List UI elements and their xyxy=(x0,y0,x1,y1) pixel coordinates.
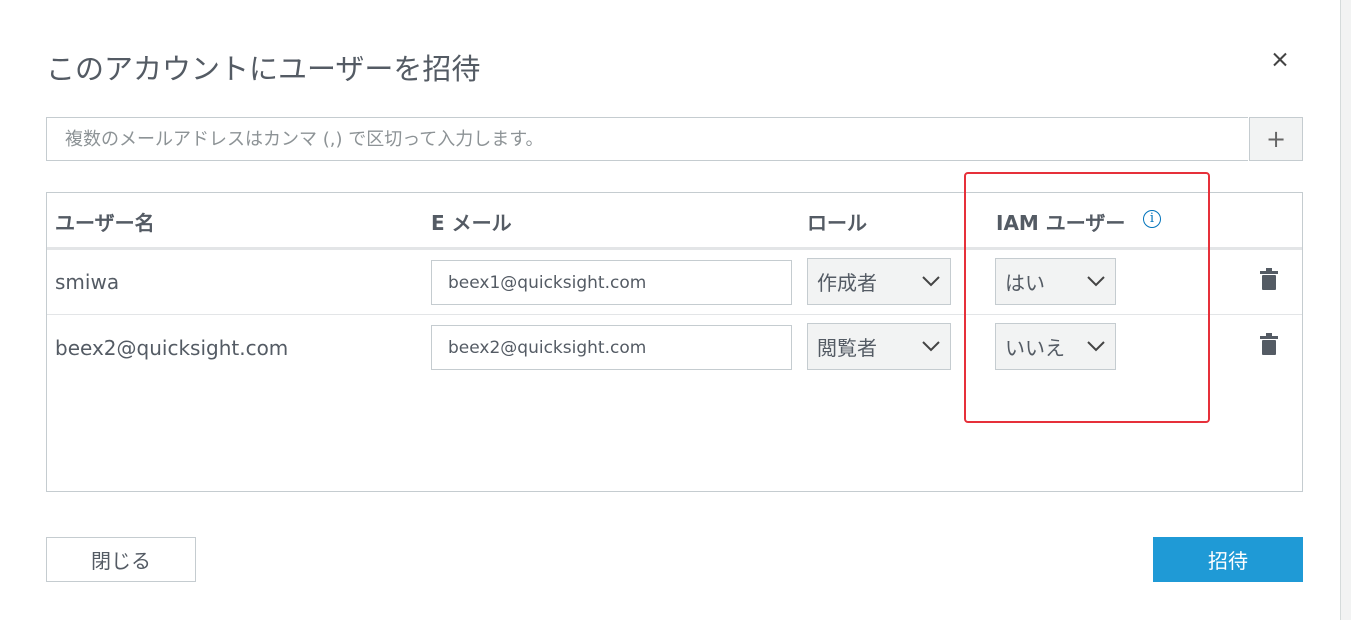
row-2-role-value: 閲覧者 xyxy=(817,336,877,360)
chevron-down-icon xyxy=(922,276,940,287)
info-icon[interactable]: i xyxy=(1143,210,1161,228)
row-1-role-value: 作成者 xyxy=(817,271,877,295)
row-2-email-field[interactable]: beex2@quicksight.com xyxy=(431,325,792,370)
add-email-button[interactable]: + xyxy=(1249,117,1303,161)
chevron-down-icon xyxy=(922,341,940,352)
row-1-iam-user-value: はい xyxy=(1005,271,1045,295)
column-header-username: ユーザー名 xyxy=(55,211,155,235)
row-1-iam-user-select[interactable]: はい xyxy=(995,258,1116,305)
trash-icon[interactable] xyxy=(1260,268,1278,290)
row-1-username: smiwa xyxy=(55,270,120,294)
close-icon[interactable] xyxy=(1266,46,1294,74)
background-edge xyxy=(1340,0,1351,620)
row-divider xyxy=(47,314,1302,315)
column-header-iam-user: IAM ユーザー xyxy=(996,211,1126,235)
invite-button[interactable]: 招待 xyxy=(1153,537,1303,582)
column-header-role: ロール xyxy=(807,211,867,235)
email-input[interactable] xyxy=(46,117,1248,161)
row-2-iam-user-value: いいえ xyxy=(1005,336,1065,360)
trash-icon[interactable] xyxy=(1260,333,1278,355)
header-divider xyxy=(47,247,1302,250)
chevron-down-icon xyxy=(1087,276,1105,287)
row-2-role-select[interactable]: 閲覧者 xyxy=(807,323,951,370)
close-button[interactable]: 閉じる xyxy=(46,537,196,582)
row-2-username: beex2@quicksight.com xyxy=(55,336,289,360)
dialog-title: このアカウントにユーザーを招待 xyxy=(46,52,481,86)
row-1-role-select[interactable]: 作成者 xyxy=(807,258,951,305)
row-1-email-field[interactable]: beex1@quicksight.com xyxy=(431,260,792,305)
chevron-down-icon xyxy=(1087,341,1105,352)
row-2-iam-user-select[interactable]: いいえ xyxy=(995,323,1116,370)
invite-users-dialog: このアカウントにユーザーを招待 + ユーザー名 E メール ロール IAM ユー… xyxy=(0,0,1351,620)
column-header-email: E メール xyxy=(431,211,512,235)
